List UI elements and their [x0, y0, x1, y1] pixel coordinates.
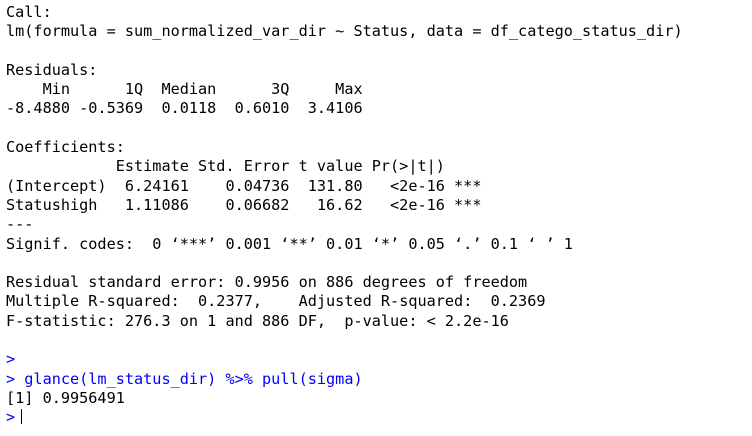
coefficients-columns: Estimate Std. Error t value Pr(>|t|)	[6, 157, 482, 176]
console-prompt: >	[6, 408, 16, 427]
coefficients-header: Coefficients:	[6, 138, 125, 157]
console-command: > glance(lm_status_dir) %>% pull(sigma)	[6, 369, 363, 388]
console-output: [1] 0.9956491	[6, 388, 125, 407]
residuals-header: Residuals:	[6, 60, 98, 79]
coefficients-separator: ---	[6, 215, 34, 234]
r-console[interactable]: Call: lm(formula = sum_normalized_var_di…	[6, 3, 746, 436]
residual-standard-error: Residual standard error: 0.9956 on 886 d…	[6, 273, 528, 292]
r-squared-line: Multiple R-squared: 0.2377, Adjusted R-s…	[6, 292, 555, 311]
console-input-line[interactable]: >	[6, 408, 746, 427]
coefficients-row-statushigh: Statushigh 1.11086 0.06682 16.62 <2e-16 …	[6, 195, 482, 214]
residuals-columns: Min 1Q Median 3Q Max	[6, 80, 372, 99]
text-cursor	[21, 409, 23, 425]
call-header: Call:	[6, 3, 52, 21]
console-prompt-empty: >	[6, 350, 16, 369]
coefficients-row-intercept: (Intercept) 6.24161 0.04736 131.80 <2e-1…	[6, 176, 482, 195]
residuals-values: -8.4880 -0.5369 0.0118 0.6010 3.4106	[6, 99, 372, 118]
f-statistic-line: F-statistic: 276.3 on 1 and 886 DF, p-va…	[6, 311, 509, 330]
signif-codes: Signif. codes: 0 ‘***’ 0.001 ‘**’ 0.01 ‘…	[6, 234, 573, 253]
call-formula: lm(formula = sum_normalized_var_dir ~ St…	[6, 22, 683, 41]
